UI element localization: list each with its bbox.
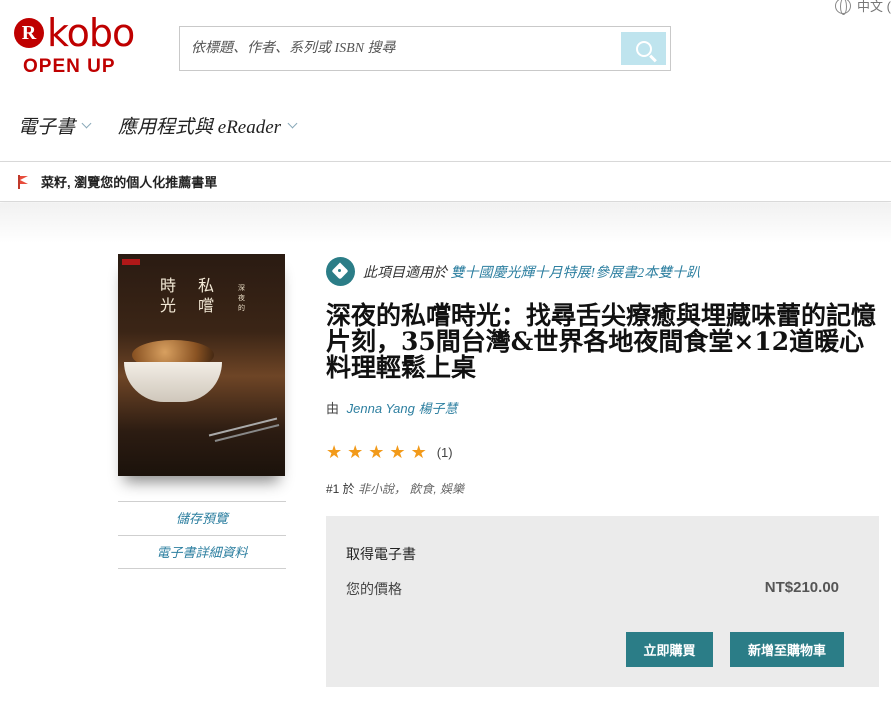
author-link[interactable]: Jenna Yang 楊子慧 xyxy=(347,401,458,416)
tag-icon xyxy=(326,257,355,286)
star-icon: ★ xyxy=(389,442,406,462)
chevron-down-icon xyxy=(81,118,92,129)
star-icon: ★ xyxy=(326,442,343,462)
buy-heading: 取得電子書 xyxy=(346,546,416,562)
nav-apps-ereader[interactable]: 應用程式與 eReader xyxy=(118,112,298,139)
search-icon xyxy=(635,40,652,57)
recommendation-text: 菜籽, 瀏覽您的個人化推薦書單 xyxy=(41,175,218,190)
promotion-text: 此項目適用於 雙十國慶光輝十月特展!參展書2本雙十趴 xyxy=(363,262,700,282)
language-label: 中文 ( xyxy=(857,0,891,14)
book-cover[interactable]: 時光 私嚐 深夜的 xyxy=(118,254,285,476)
logo-wordmark: kobo xyxy=(47,11,135,55)
promotion-link[interactable]: 雙十國慶光輝十月特展!參展書2本雙十趴 xyxy=(451,266,701,281)
site-header: R kobo OPEN UP 中文 ( 電子書 應用程式與 eReader xyxy=(0,0,891,162)
promotion-banner: 此項目適用於 雙十國慶光輝十月特展!參展書2本雙十趴 xyxy=(326,257,700,286)
category-links[interactable]: 非小說， 飲食, 娛樂 xyxy=(358,482,464,496)
author-line: 由 Jenna Yang 楊子慧 xyxy=(326,398,457,417)
ebook-details-link[interactable]: 電子書詳細資料 xyxy=(118,535,286,569)
price-label: 您的價格 xyxy=(346,581,402,597)
cover-bowl-image xyxy=(124,362,222,402)
category-rank: #1 於 非小說， 飲食, 娛樂 xyxy=(326,480,464,497)
nav-ebooks-label: 電子書 xyxy=(18,117,76,138)
nav-apps-label: 應用程式與 eReader xyxy=(118,117,282,138)
kobo-logo[interactable]: R kobo OPEN UP xyxy=(14,14,136,84)
nav-ebooks[interactable]: 電子書 xyxy=(18,112,92,139)
buy-now-button[interactable]: 立即購買 xyxy=(626,632,713,667)
cover-title-col2: 私嚐 xyxy=(198,276,215,315)
rakuten-r-icon: R xyxy=(14,18,44,48)
logo-tagline: OPEN UP xyxy=(23,56,116,77)
publisher-badge xyxy=(122,259,140,265)
price-value: NT$210.00 xyxy=(764,579,839,596)
star-icon: ★ xyxy=(368,442,385,462)
recommendation-bar[interactable]: 菜籽, 瀏覽您的個人化推薦書單 xyxy=(0,162,891,202)
author-prefix: 由 xyxy=(326,401,340,416)
side-links: 儲存預覽 電子書詳細資料 xyxy=(118,501,286,569)
rank-label: #1 於 xyxy=(326,482,355,496)
product-content: 時光 私嚐 深夜的 儲存預覽 電子書詳細資料 此項目適用於 雙十國慶光輝十月特展… xyxy=(0,203,891,703)
language-selector[interactable]: 中文 ( xyxy=(835,0,891,15)
chevron-down-icon xyxy=(287,118,298,129)
main-nav: 電子書 應用程式與 eReader xyxy=(18,112,298,139)
star-icon: ★ xyxy=(347,442,364,462)
search-bar xyxy=(179,26,671,71)
globe-icon xyxy=(835,0,852,15)
rating-count: (1) xyxy=(436,444,453,460)
star-icon: ★ xyxy=(410,442,427,462)
buy-box: 取得電子書 您的價格 NT$210.00 立即購買 新增至購物車 xyxy=(326,516,879,687)
search-button[interactable] xyxy=(621,32,666,65)
book-title: 深夜的私嚐時光：找尋舌尖療癒與埋藏味蕾的記憶片刻，35間台灣&世界各地夜間食堂×… xyxy=(326,301,877,382)
cover-title-col3: 深夜的 xyxy=(238,285,245,312)
cover-title-col1: 時光 xyxy=(160,276,177,315)
flag-icon xyxy=(18,174,31,189)
add-to-cart-button[interactable]: 新增至購物車 xyxy=(730,632,844,667)
save-preview-link[interactable]: 儲存預覽 xyxy=(118,501,286,535)
promotion-prefix: 此項目適用於 xyxy=(363,265,447,281)
search-input[interactable] xyxy=(180,27,620,70)
rating-stars[interactable]: ★ ★ ★ ★ ★ (1) xyxy=(326,443,453,461)
